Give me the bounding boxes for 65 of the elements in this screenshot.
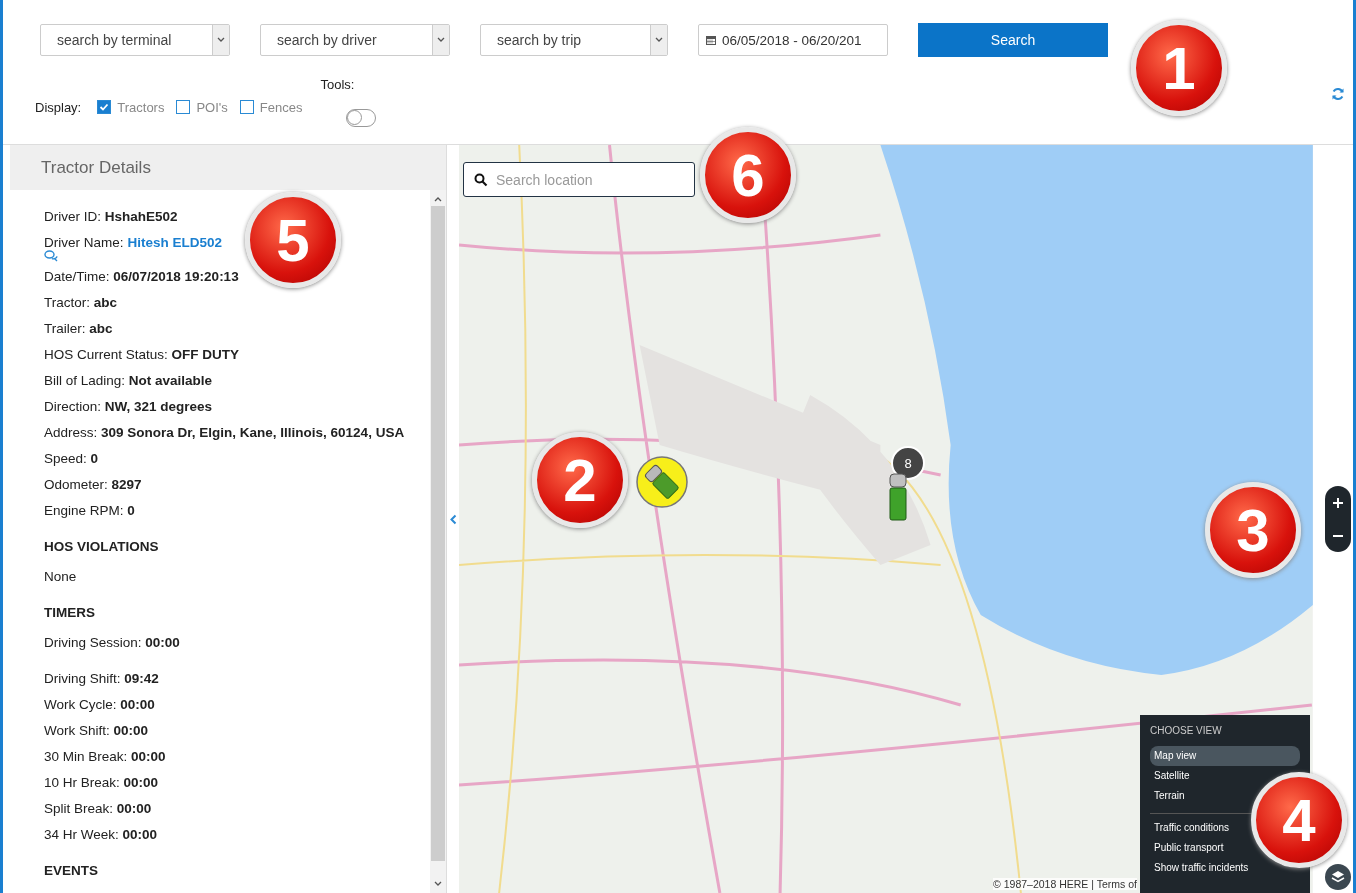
- tools-label: Tools:: [320, 77, 355, 92]
- filter-dropdown[interactable]: search by terminal: [40, 24, 230, 56]
- scroll-down-icon[interactable]: [434, 881, 442, 887]
- truck-marker-icon[interactable]: [888, 473, 908, 521]
- driver-name-link[interactable]: Hitesh ELD502: [127, 230, 223, 256]
- checkbox[interactable]: [239, 100, 254, 114]
- section-heading: HOS VIOLATIONS: [44, 538, 160, 556]
- checkbox-label: Fences: [259, 99, 303, 115]
- date-range-field[interactable]: 06/05/2018 - 06/20/201: [698, 24, 888, 56]
- caret-icon: [212, 25, 229, 55]
- callout-badge: 5: [245, 192, 341, 288]
- scrollbar[interactable]: [430, 190, 446, 893]
- search-icon: [474, 173, 488, 187]
- detail-row-text: Work Shift: 00:00: [44, 722, 150, 740]
- checkbox[interactable]: [97, 100, 112, 114]
- detail-row-text: Driver ID: HshahE502: [44, 208, 179, 226]
- search-button[interactable]: Search: [918, 23, 1108, 57]
- check-icon: [98, 101, 111, 113]
- view-option[interactable]: Satellite: [1150, 766, 1194, 786]
- calendar-icon: [705, 34, 717, 46]
- detail-label: Driver Name:: [44, 234, 124, 252]
- menu-title: CHOOSE VIEW: [1150, 725, 1223, 736]
- detail-row-text: Driving Shift: 09:42: [44, 670, 160, 688]
- search-location-field[interactable]: Search location: [463, 162, 695, 197]
- map-attribution: © 1987–2018 HERE | Terms of: [993, 878, 1137, 890]
- scroll-up-icon[interactable]: [434, 196, 442, 202]
- layer-option[interactable]: Show traffic incidents: [1150, 858, 1253, 878]
- checkbox-label: Tractors: [117, 99, 165, 115]
- callout-badge: 1: [1131, 20, 1227, 116]
- truck-marker-icon[interactable]: [635, 455, 689, 509]
- detail-row-text: Date/Time: 06/07/2018 19:20:13: [44, 268, 240, 286]
- caret-icon: [650, 25, 667, 55]
- detail-row-text: Work Cycle: 00:00: [44, 696, 156, 714]
- detail-row-text: HOS Current Status: OFF DUTY: [44, 346, 241, 364]
- detail-row-text: Bill of Lading: Not available: [44, 372, 214, 390]
- view-option[interactable]: Terrain: [1150, 786, 1189, 806]
- panel-title: Tractor Details: [10, 145, 446, 190]
- section-heading: TIMERS: [44, 604, 96, 622]
- detail-row-text: Driving Session: 00:00: [44, 634, 181, 652]
- detail-text: None: [44, 568, 78, 586]
- view-option[interactable]: Map view: [1150, 746, 1300, 766]
- display-label: Display:: [35, 99, 82, 115]
- refresh-icon[interactable]: [1331, 87, 1345, 101]
- checkbox-label: POI's: [196, 99, 228, 115]
- layers-icon[interactable]: [1325, 864, 1351, 890]
- detail-row-text: Trailer: abc: [44, 320, 114, 338]
- section-heading: EVENTS: [44, 862, 99, 880]
- detail-row-text: Direction: NW, 321 degrees: [44, 398, 214, 416]
- detail-row-text: Tractor: abc: [44, 294, 119, 312]
- detail-row-text: Odometer: 8297: [44, 476, 143, 494]
- checkbox[interactable]: [176, 100, 191, 114]
- zoom-in-icon[interactable]: [1332, 496, 1344, 509]
- detail-row-text: Engine RPM: 0: [44, 502, 136, 520]
- chat-icon[interactable]: [44, 250, 58, 262]
- detail-row-text: 10 Hr Break: 00:00: [44, 774, 160, 792]
- detail-row-text: Speed: 0: [44, 450, 100, 468]
- detail-row-text: 30 Min Break: 00:00: [44, 748, 167, 766]
- detail-row-text: Split Break: 00:00: [44, 800, 153, 818]
- layer-option[interactable]: Traffic conditions: [1150, 818, 1234, 838]
- filter-dropdown[interactable]: search by driver: [260, 24, 450, 56]
- layer-option[interactable]: Public transport: [1150, 838, 1228, 858]
- detail-row-text: Address: 309 Sonora Dr, Elgin, Kane, Illinois, 60124, USA: [44, 424, 406, 442]
- detail-row-text: 34 Hr Week: 00:00: [44, 826, 159, 844]
- filter-dropdown[interactable]: search by trip: [480, 24, 668, 56]
- caret-icon: [432, 25, 449, 55]
